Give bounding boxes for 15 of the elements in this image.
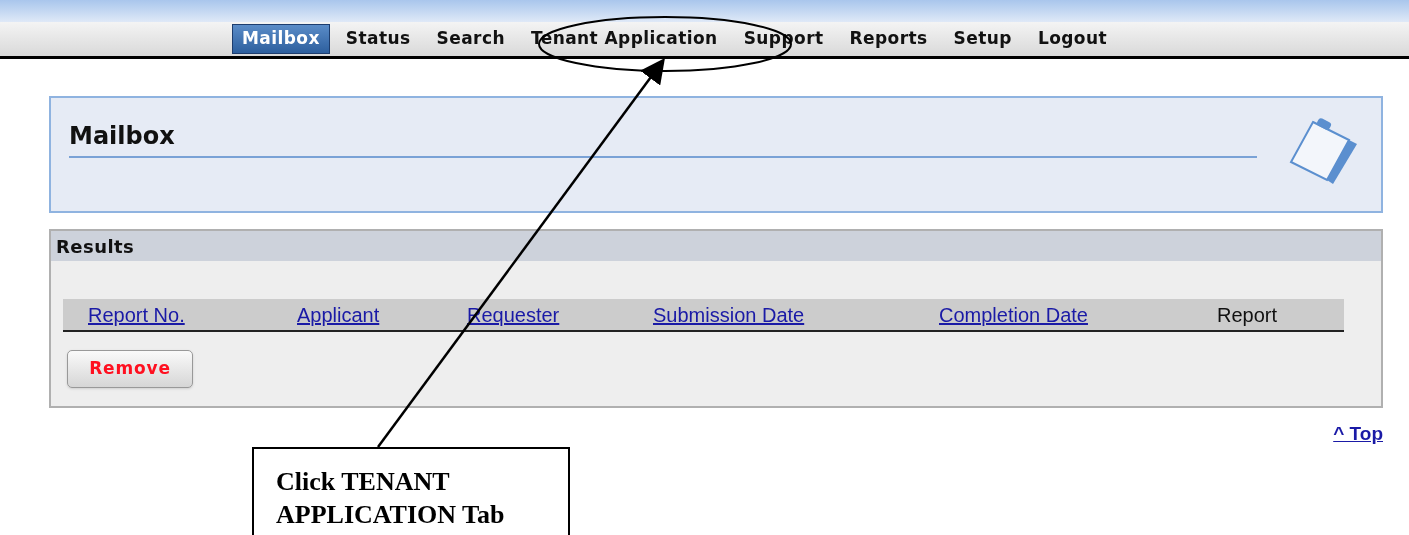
top-link[interactable]: ^ Top	[1333, 420, 1383, 449]
nav-tab[interactable]: Mailbox	[232, 24, 330, 54]
callout-text: Click TENANT APPLICATION Tab	[276, 467, 505, 529]
column-header-link[interactable]: Applicant	[297, 303, 380, 326]
column-header-link[interactable]: Report No.	[88, 303, 185, 326]
nav-tab[interactable]: Search	[426, 24, 515, 54]
page-title: Mailbox	[69, 122, 175, 150]
nav-tab[interactable]: Status	[335, 24, 421, 54]
nav-tab[interactable]: Logout	[1027, 24, 1117, 54]
column-header-link[interactable]: Completion Date	[939, 303, 1088, 326]
column-header: Report	[1217, 303, 1278, 326]
column-header-link[interactable]: Submission Date	[653, 303, 805, 326]
nav-tab[interactable]: Setup	[943, 24, 1022, 54]
results-title: Results	[56, 234, 135, 259]
nav-tab[interactable]: Reports	[839, 24, 938, 54]
